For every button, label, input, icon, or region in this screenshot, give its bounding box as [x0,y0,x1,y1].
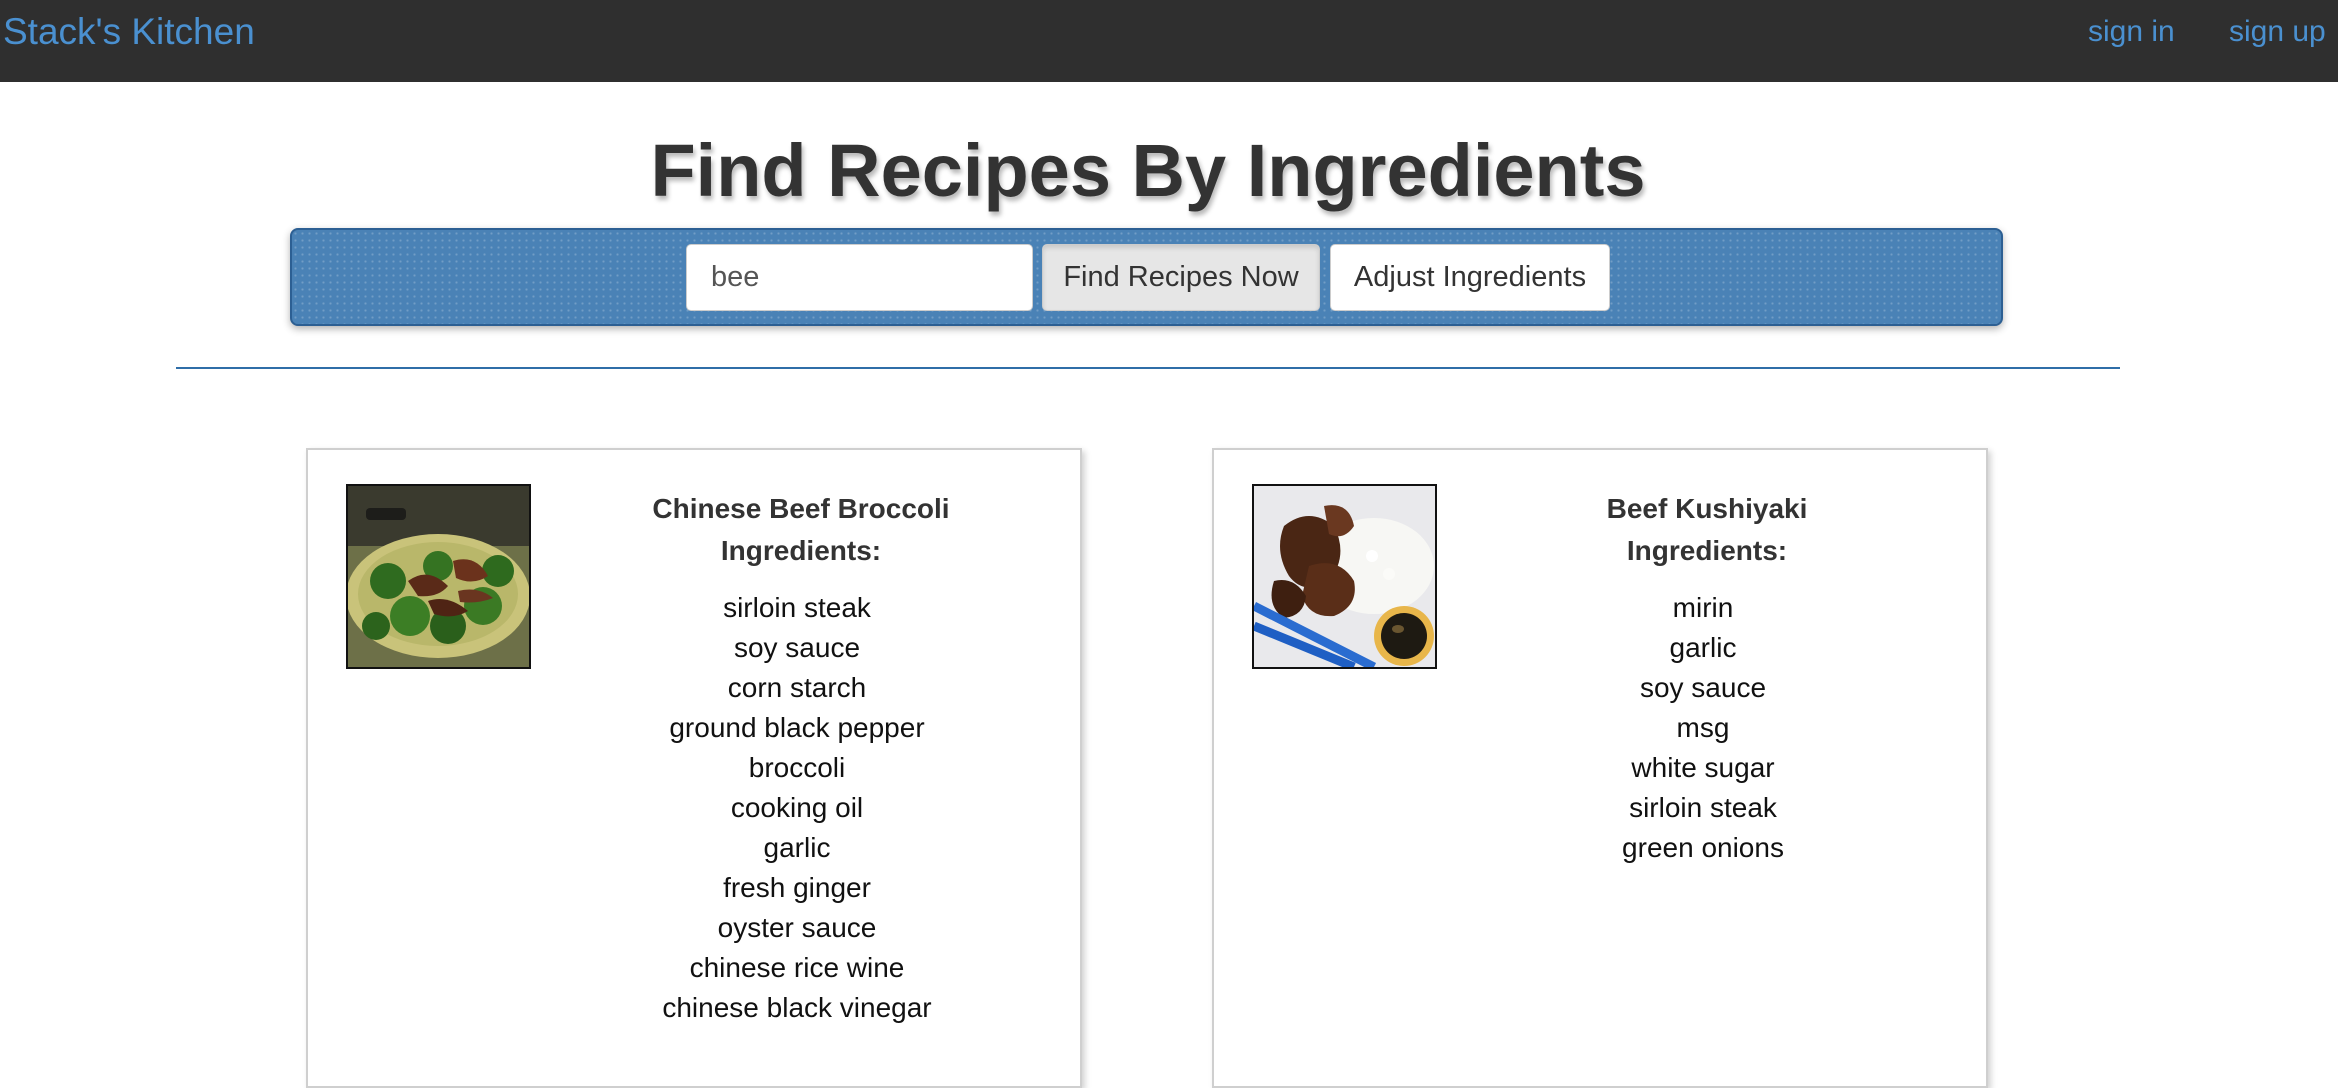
ingredient-item: ground black pepper [669,712,925,743]
ingredients-heading: Ingredients: [720,535,882,566]
ingredient-item: white sugar [1631,752,1775,783]
adjust-ingredients-button[interactable]: Adjust Ingredients [1330,244,1610,311]
ingredient-item: sirloin steak [723,592,871,623]
ingredient-item: fresh ginger [723,872,871,903]
ingredient-list: mirin garlic soy sauce msg white sugar s… [1514,588,1900,868]
recipe-title[interactable]: Chinese Beef Broccoli [608,488,994,530]
ingredients-heading: Ingredients: [1626,535,1788,566]
recipe-title[interactable]: Beef Kushiyaki [1514,488,1900,530]
ingredient-item: green onions [1622,832,1784,863]
ingredient-search-input[interactable] [686,244,1033,311]
ingredient-item: corn starch [727,672,867,703]
sign-in-link[interactable]: sign in [2088,13,2175,51]
top-navbar: Stack's Kitchen sign in sign up [0,0,2338,82]
beef-kushiyaki-photo[interactable] [1252,484,1437,669]
ingredient-item: garlic [763,832,831,863]
ingredient-item: sirloin steak [1629,792,1777,823]
ingredient-item: cooking oil [730,792,864,823]
recipe-card: Beef Kushiyaki Ingredients: mirin garlic… [1212,448,1988,1088]
ingredient-item: chinese rice wine [689,952,905,983]
ingredient-item: soy sauce [733,632,861,663]
section-divider [176,367,2120,369]
recipe-card: Chinese Beef Broccoli Ingredients: sirlo… [306,448,1082,1088]
ingredient-item: msg [1676,712,1730,743]
ingredient-item: broccoli [748,752,846,783]
ingredient-list: sirloin steak soy sauce corn starch grou… [608,588,994,1028]
brand-link[interactable]: Stack's Kitchen [3,10,255,54]
ingredient-item: mirin [1672,592,1734,623]
page-title: Find Recipes By Ingredients [650,129,1646,212]
ingredient-item: soy sauce [1639,672,1767,703]
find-recipes-button[interactable]: Find Recipes Now [1042,244,1320,311]
ingredient-item: oyster sauce [717,912,877,943]
ingredient-item: garlic [1669,632,1737,663]
ingredient-item: chinese black vinegar [662,992,932,1023]
sign-up-link[interactable]: sign up [2229,13,2326,51]
beef-broccoli-photo[interactable] [346,484,531,669]
